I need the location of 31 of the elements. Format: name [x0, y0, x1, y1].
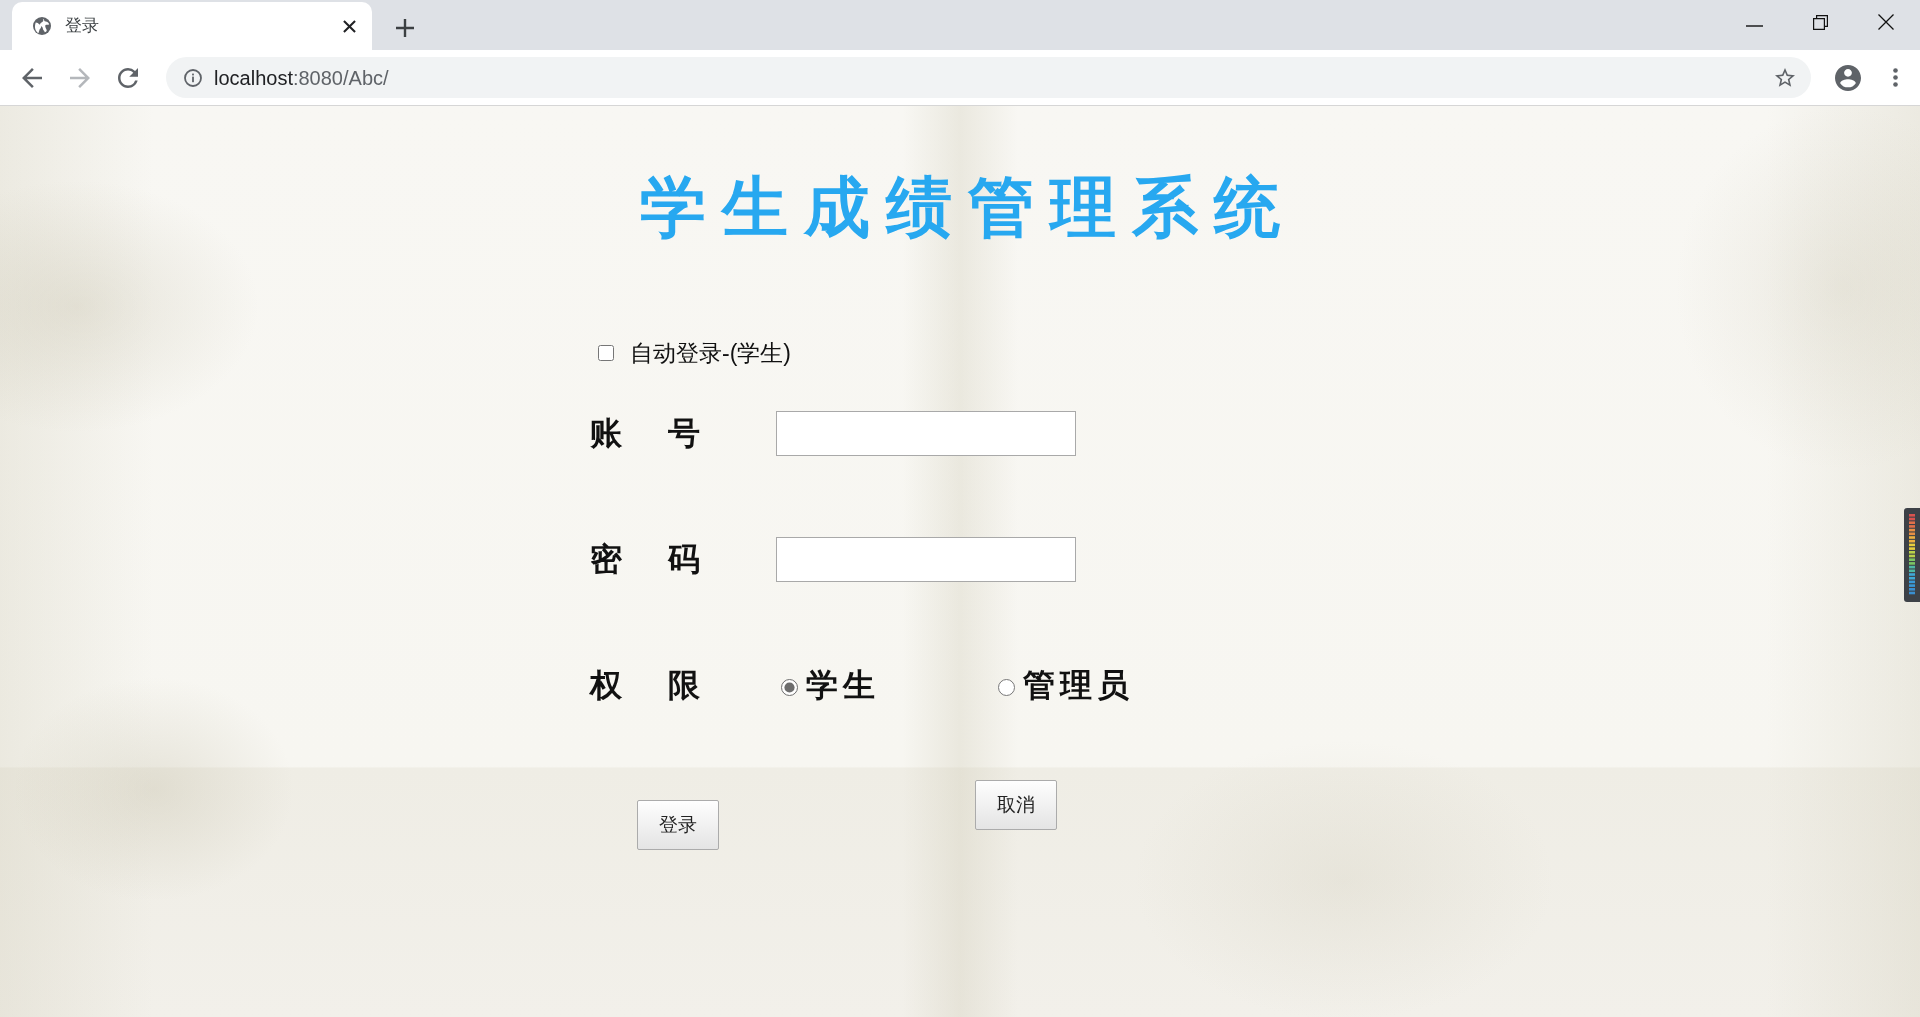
star-icon[interactable]	[1775, 68, 1795, 87]
login-button[interactable]: 登录	[637, 800, 719, 851]
field-label: 密 码	[590, 539, 708, 581]
field-label: 权 限	[590, 665, 708, 707]
tab-title: 登录	[65, 15, 99, 38]
input-field[interactable]	[776, 410, 1076, 456]
field-label: 账 号	[590, 413, 708, 455]
input-field[interactable]	[776, 536, 1076, 582]
url-text: localhost:8080/Abc/	[214, 65, 389, 91]
level-meter-icon	[1904, 508, 1920, 602]
radio-label: 管理员	[1023, 665, 1134, 707]
radio-button[interactable]	[998, 678, 1015, 696]
reload-icon[interactable]	[118, 67, 138, 88]
back-icon[interactable]	[22, 67, 42, 88]
close-tab-icon[interactable]	[343, 19, 356, 33]
account-icon[interactable]	[1835, 64, 1861, 91]
page-title: 学生成绩管理系统	[639, 168, 1297, 248]
auto-login-checkbox[interactable]	[598, 345, 614, 362]
minimize-icon[interactable]	[1746, 24, 1763, 27]
address-bar[interactable]: localhost:8080/Abc/	[166, 57, 1811, 98]
close-icon[interactable]	[1878, 14, 1894, 30]
new-tab-icon[interactable]	[396, 19, 414, 37]
checkbox-label: 自动登录-(学生)	[630, 338, 791, 368]
radio-button[interactable]	[781, 678, 798, 696]
menu-icon[interactable]	[1893, 68, 1898, 87]
restore-icon[interactable]	[1813, 14, 1828, 30]
globe-icon	[33, 17, 51, 35]
info-icon	[184, 68, 202, 87]
browser-tab[interactable]: 登录	[12, 2, 372, 50]
radio-label: 学生	[806, 665, 880, 707]
cancel-button[interactable]: 取消	[975, 780, 1057, 831]
